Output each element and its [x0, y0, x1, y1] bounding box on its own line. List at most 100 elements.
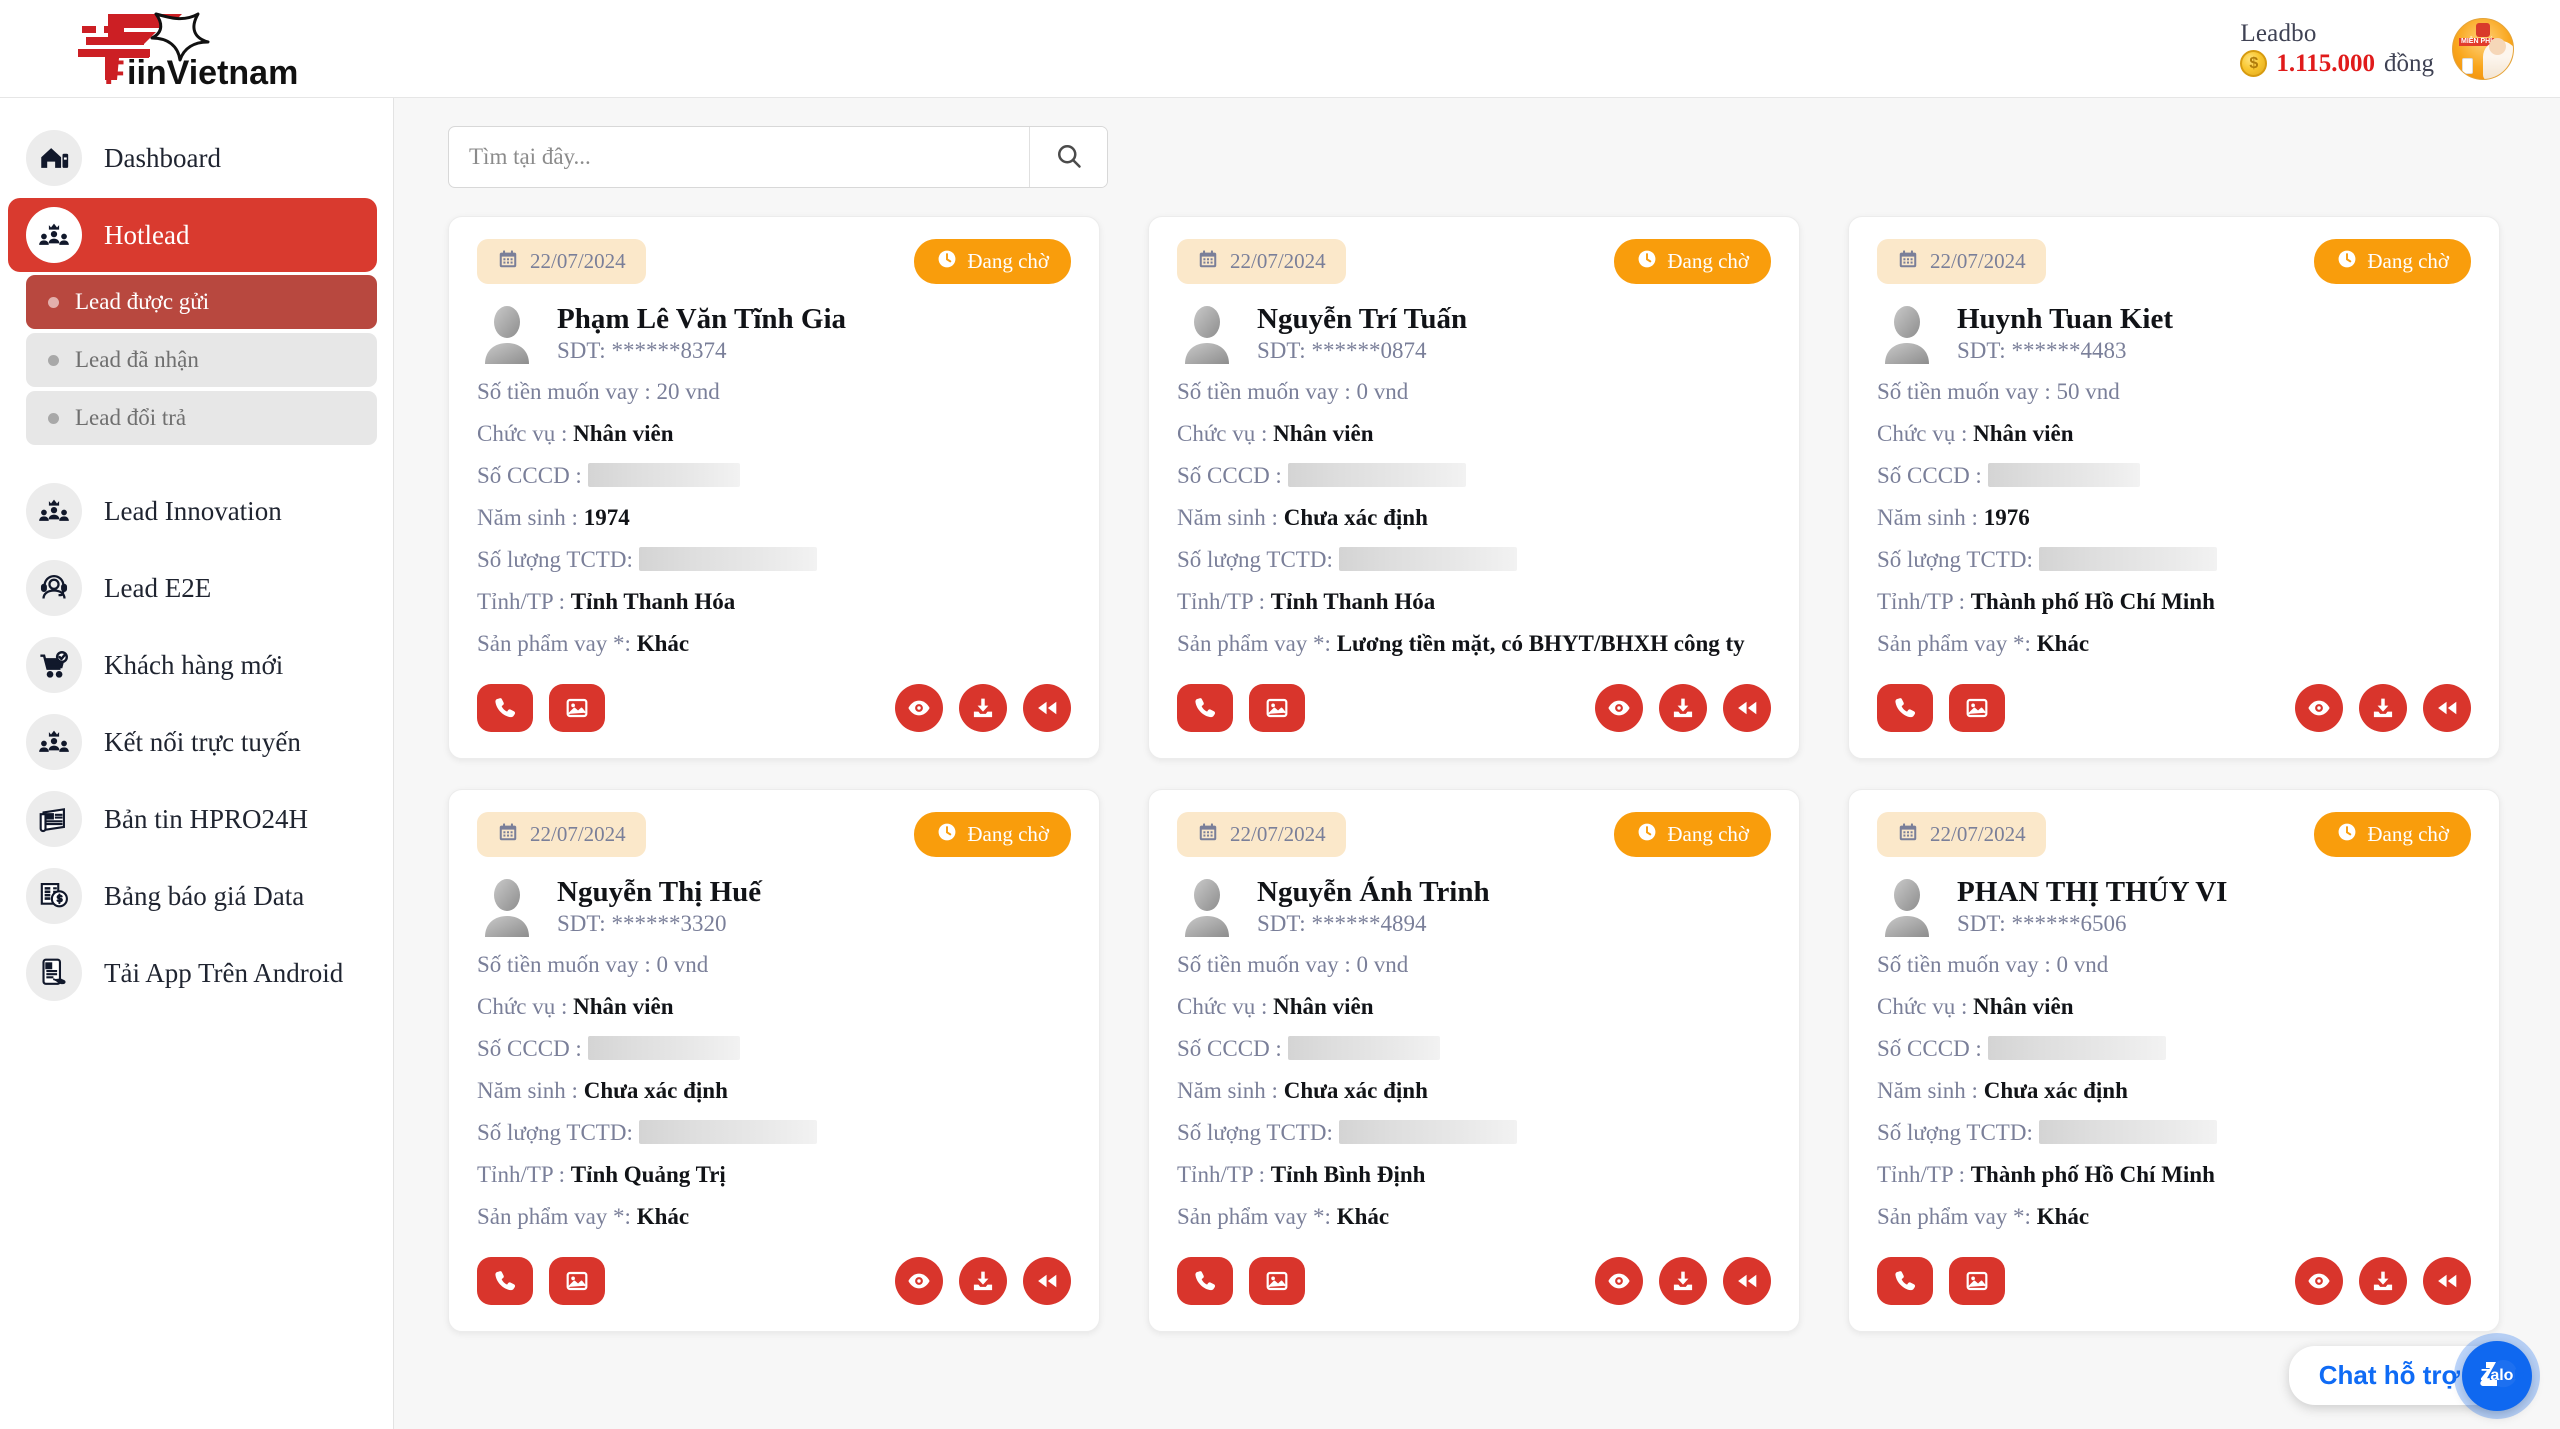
secondary-actions: [1595, 684, 1771, 732]
chat-support-widget[interactable]: Chat hỗ trợ Zalo Zalo: [2288, 1340, 2532, 1411]
newspaper-icon: [26, 791, 82, 847]
field-position-value: Nhân viên: [573, 421, 674, 446]
sidebar-subitem-lead-duoc-gui[interactable]: Lead được gửi: [26, 275, 377, 329]
download-button[interactable]: [959, 1257, 1007, 1305]
view-button[interactable]: [2295, 684, 2343, 732]
lead-card[interactable]: 22/07/2024 Đang chờ Phạm Lê Văn Tĩnh Gia…: [448, 216, 1100, 759]
download-button[interactable]: [2359, 684, 2407, 732]
field-province: Tỉnh/TP : Tỉnh Thanh Hóa: [477, 588, 1071, 616]
field-id-number-label: Số CCCD :: [1177, 1036, 1282, 1061]
view-button[interactable]: [1595, 684, 1643, 732]
call-button[interactable]: [1877, 1257, 1933, 1305]
field-birth-year-label: Năm sinh :: [1877, 505, 1978, 530]
view-button[interactable]: [1595, 1257, 1643, 1305]
lead-card[interactable]: 22/07/2024 Đang chờ Nguyễn Thị Huế SDT: …: [448, 789, 1100, 1332]
field-birth-year-value: Chưa xác định: [1283, 505, 1428, 530]
lead-name: Phạm Lê Văn Tĩnh Gia: [557, 302, 847, 335]
sidebar-item-tai-app-android[interactable]: Tải App Trên Android: [8, 936, 377, 1010]
image-button[interactable]: [549, 684, 605, 732]
download-button[interactable]: [959, 684, 1007, 732]
download-button[interactable]: [1659, 1257, 1707, 1305]
field-province-label: Tỉnh/TP :: [1177, 1162, 1265, 1187]
sidebar-item-khach-hang-moi[interactable]: Khách hàng mới: [8, 628, 377, 702]
search-button[interactable]: [1029, 127, 1107, 187]
avatar[interactable]: MIỄN PHÍ: [2452, 17, 2514, 80]
phone-value: ******6506: [2011, 910, 2127, 936]
sidebar-subitem-lead-doi-tra[interactable]: Lead đổi trả: [26, 391, 377, 445]
calendar-icon: [497, 821, 519, 848]
sidebar-item-bang-bao-gia-data[interactable]: Bảng báo giá Data: [8, 859, 377, 933]
return-button[interactable]: [1723, 1257, 1771, 1305]
return-button[interactable]: [1723, 684, 1771, 732]
person-row: Huynh Tuan Kiet SDT: ******4483: [1877, 302, 2471, 364]
phone-prefix-label: SDT:: [1957, 337, 2006, 363]
image-button[interactable]: [549, 1257, 605, 1305]
field-amount-value: 0 vnd: [1356, 379, 1409, 404]
calendar-icon: [1897, 821, 1919, 848]
lead-card[interactable]: 22/07/2024 Đang chờ Nguyễn Trí Tuấn SDT:…: [1148, 216, 1800, 759]
sidebar-item-label: Kết nối trực tuyến: [104, 726, 301, 757]
card-date: 22/07/2024: [1230, 249, 1326, 273]
field-amount-label: Số tiền muốn vay :: [477, 952, 651, 977]
call-button[interactable]: [1877, 684, 1933, 732]
image-button[interactable]: [1249, 684, 1305, 732]
field-loan-product-label: Sản phẩm vay *:: [1177, 631, 1331, 656]
sidebar-subitem-lead-da-nhan[interactable]: Lead đã nhận: [26, 333, 377, 387]
sidebar-item-lead-e2e[interactable]: Lead E2E: [8, 551, 377, 625]
field-id-number-label: Số CCCD :: [477, 1036, 582, 1061]
person-meta: Phạm Lê Văn Tĩnh Gia SDT: ******8374: [557, 303, 846, 364]
sidebar-item-label: Bảng báo giá Data: [104, 880, 305, 911]
call-button[interactable]: [1177, 1257, 1233, 1305]
search-input[interactable]: [449, 127, 1029, 187]
lead-card[interactable]: 22/07/2024 Đang chờ PHAN THỊ THÚY VI SDT…: [1848, 789, 2500, 1332]
view-button[interactable]: [2295, 1257, 2343, 1305]
person-row: Nguyễn Trí Tuấn SDT: ******0874: [1177, 302, 1771, 364]
return-button[interactable]: [1023, 684, 1071, 732]
return-button[interactable]: [2423, 684, 2471, 732]
zalo-icon[interactable]: Zalo Zalo: [2462, 1340, 2532, 1411]
download-button[interactable]: [2359, 1257, 2407, 1305]
field-loan-product-value: Khác: [636, 631, 690, 656]
field-amount: Số tiền muốn vay : 0 vnd: [1177, 951, 1771, 979]
view-button[interactable]: [895, 1257, 943, 1305]
clock-icon: [2336, 248, 2358, 275]
field-tctd-count-label: Số lượng TCTD:: [477, 547, 633, 572]
lead-card[interactable]: 22/07/2024 Đang chờ Huynh Tuan Kiet SDT:…: [1848, 216, 2500, 759]
field-province-label: Tỉnh/TP :: [1877, 589, 1965, 614]
field-loan-product-value: Khác: [1336, 1204, 1390, 1229]
avatar-phone: [2462, 57, 2473, 74]
return-button[interactable]: [2423, 1257, 2471, 1305]
sidebar-item-ket-noi-truc-tuyen[interactable]: Kết nối trực tuyến: [8, 705, 377, 779]
call-button[interactable]: [477, 684, 533, 732]
image-button[interactable]: [1949, 684, 2005, 732]
person-meta: Huynh Tuan Kiet SDT: ******4483: [1957, 303, 2173, 364]
field-province: Tỉnh/TP : Tỉnh Thanh Hóa: [1177, 588, 1771, 616]
calendar-icon: [1897, 248, 1919, 275]
image-button[interactable]: [1949, 1257, 2005, 1305]
field-loan-product-label: Sản phẩm vay *:: [1177, 1204, 1331, 1229]
secondary-actions: [1595, 1257, 1771, 1305]
sidebar-item-dashboard[interactable]: Dashboard: [8, 121, 377, 195]
sidebar-item-ban-tin-hpro24h[interactable]: Bản tin HPRO24H: [8, 782, 377, 856]
sidebar-item-hotlead[interactable]: Hotlead: [8, 198, 377, 272]
view-button[interactable]: [895, 684, 943, 732]
field-loan-product: Sản phẩm vay *: Khác: [1177, 1203, 1771, 1231]
download-button[interactable]: [1659, 684, 1707, 732]
call-button[interactable]: [1177, 684, 1233, 732]
field-position: Chức vụ : Nhân viên: [1877, 420, 2471, 448]
brand-logo[interactable]: F iinVietnam: [0, 8, 318, 90]
lead-card[interactable]: 22/07/2024 Đang chờ Nguyễn Ánh Trinh SDT…: [1148, 789, 1800, 1332]
image-button[interactable]: [1249, 1257, 1305, 1305]
date-chip: 22/07/2024: [1877, 239, 2046, 284]
field-id-number-label: Số CCCD :: [477, 463, 582, 488]
user-account-area[interactable]: Leadbo $ 1.115.000 đồng MIỄN PHÍ: [2240, 17, 2560, 80]
phone-value: ******3320: [611, 910, 727, 936]
card-header: 22/07/2024 Đang chờ: [1177, 812, 1771, 857]
person-row: Phạm Lê Văn Tĩnh Gia SDT: ******8374: [477, 302, 1071, 364]
return-button[interactable]: [1023, 1257, 1071, 1305]
field-tctd-count-label: Số lượng TCTD:: [477, 1120, 633, 1145]
call-button[interactable]: [477, 1257, 533, 1305]
invoice-dollar-icon: [26, 868, 82, 924]
card-header: 22/07/2024 Đang chờ: [477, 239, 1071, 284]
sidebar-item-lead-innovation[interactable]: Lead Innovation: [8, 474, 377, 548]
